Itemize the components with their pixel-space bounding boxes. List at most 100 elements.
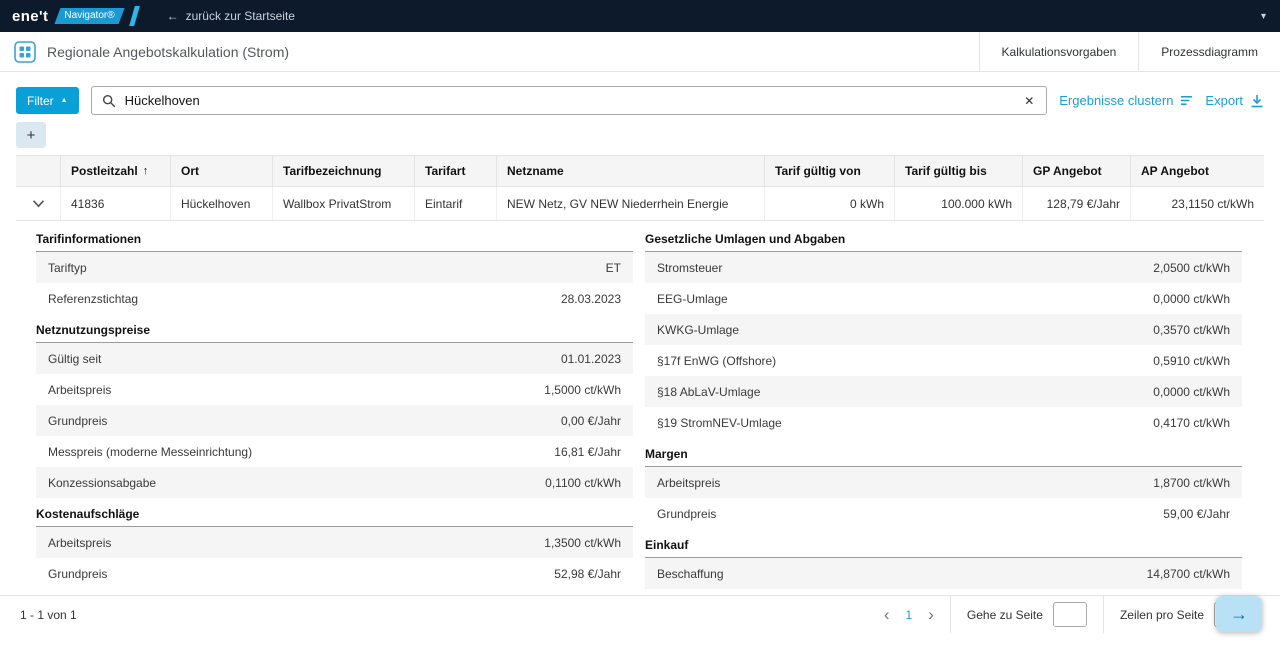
header-tarif-gueltig-bis[interactable]: Tarif gültig bis <box>894 156 1022 186</box>
cell-netzname: NEW Netz, GV NEW Niederrhein Energie <box>496 187 764 220</box>
detail-label: KWKG-Umlage <box>657 323 739 337</box>
detail-section-title: Einkauf <box>645 529 1242 558</box>
header-netzname[interactable]: Netzname <box>496 156 764 186</box>
header-postleitzahl-label: Postleitzahl <box>71 164 138 178</box>
link-kalkulationsvorgaben[interactable]: Kalkulationsvorgaben <box>979 32 1139 71</box>
header-tarifart[interactable]: Tarifart <box>414 156 496 186</box>
detail-row: EEG-Umlage 0,0000 ct/kWh <box>645 283 1242 314</box>
detail-row: Arbeitspreis 1,5000 ct/kWh <box>36 374 633 405</box>
detail-column-left: Tarifinformationen Tariftyp ET Referenzstic… <box>36 223 633 589</box>
detail-row: §17f EnWG (Offshore) 0,5910 ct/kWh <box>645 345 1242 376</box>
previous-page-icon[interactable]: ‹ <box>884 606 890 623</box>
detail-row: Grundpreis 52,98 €/Jahr <box>36 558 633 589</box>
header-tarifbezeichnung[interactable]: Tarifbezeichnung <box>272 156 414 186</box>
cell-postleitzahl: 41836 <box>60 187 170 220</box>
export-label: Export <box>1205 93 1243 108</box>
goto-page-input[interactable] <box>1053 602 1087 627</box>
toolbar: Filter ▲ ✕ Ergebnisse clustern Export <box>16 86 1264 115</box>
detail-value: 1,8700 ct/kWh <box>1153 476 1230 490</box>
detail-section-title: Margen <box>645 438 1242 467</box>
detail-section-title: Tarifinformationen <box>36 223 633 252</box>
rows-per-page-label: Zeilen pro Seite <box>1120 608 1204 622</box>
header-gp-angebot[interactable]: GP Angebot <box>1022 156 1130 186</box>
sort-ascending-icon: ↑ <box>143 165 149 177</box>
search-input[interactable] <box>125 93 1014 108</box>
result-count-label: 1 - 1 von 1 <box>20 608 77 622</box>
table-header-row: Postleitzahl ↑ Ort Tarifbezeichnung Tari… <box>16 155 1264 187</box>
row-detail-panel: Tarifinformationen Tariftyp ET Referenzstic… <box>0 221 1280 589</box>
results-table: Postleitzahl ↑ Ort Tarifbezeichnung Tari… <box>16 155 1264 221</box>
back-arrow-icon: ← <box>167 9 179 23</box>
table-footer: 1 - 1 von 1 ‹ 1 › Gehe zu Seite Zeilen p… <box>0 595 1280 633</box>
detail-value: 52,98 €/Jahr <box>554 567 621 581</box>
detail-label: §19 StromNEV-Umlage <box>657 416 782 430</box>
export-link[interactable]: Export <box>1205 93 1264 108</box>
detail-value: 0,4170 ct/kWh <box>1153 416 1230 430</box>
detail-row: Stromsteuer 2,0500 ct/kWh <box>645 252 1242 283</box>
detail-value: ET <box>606 261 621 275</box>
link-prozessdiagramm[interactable]: Prozessdiagramm <box>1138 32 1280 71</box>
back-to-home-link[interactable]: ← zurück zur Startseite <box>167 9 295 23</box>
footer-divider <box>1103 596 1104 633</box>
detail-value: 1,3500 ct/kWh <box>544 536 621 550</box>
collapse-row-chevron-icon[interactable] <box>32 199 45 208</box>
page-header-links: Kalkulationsvorgaben Prozessdiagramm <box>979 32 1280 71</box>
detail-column-right: Gesetzliche Umlagen und AbgabenStromsteu… <box>645 223 1242 589</box>
app-logo[interactable]: ene't Navigator® <box>0 0 137 32</box>
row-expand-cell <box>16 187 60 220</box>
export-download-icon <box>1250 94 1264 108</box>
detail-section-title: Kostenaufschläge <box>36 498 633 527</box>
scroll-right-fab-button[interactable]: → <box>1216 596 1262 632</box>
detail-value: 01.01.2023 <box>561 352 621 366</box>
cluster-icon <box>1180 94 1193 107</box>
table-row[interactable]: 41836 Hückelhoven Wallbox PrivatStrom Ei… <box>16 187 1264 221</box>
detail-label: Arbeitspreis <box>48 383 111 397</box>
detail-label: Grundpreis <box>48 567 107 581</box>
detail-row: §19 StromNEV-Umlage 0,4170 ct/kWh <box>645 407 1242 438</box>
search-clear-icon[interactable]: ✕ <box>1022 94 1036 108</box>
detail-label: Beschaffung <box>657 567 724 581</box>
header-tarif-gueltig-von[interactable]: Tarif gültig von <box>764 156 894 186</box>
header-ap-angebot[interactable]: AP Angebot <box>1130 156 1264 186</box>
detail-label: EEG-Umlage <box>657 292 728 306</box>
filter-button-label: Filter <box>27 94 54 108</box>
cluster-results-link[interactable]: Ergebnisse clustern <box>1059 93 1193 108</box>
detail-label: Gültig seit <box>48 352 101 366</box>
detail-value: 28.03.2023 <box>561 292 621 306</box>
module-grid-icon <box>14 41 36 63</box>
detail-section-title: Netznutzungspreise <box>36 314 633 343</box>
header-expand-column <box>16 156 60 186</box>
footer-divider <box>950 596 951 633</box>
detail-row: KWKG-Umlage0,3570 ct/kWh <box>645 314 1242 345</box>
cluster-results-label: Ergebnisse clustern <box>1059 93 1173 108</box>
detail-value: 2,0500 ct/kWh <box>1153 261 1230 275</box>
detail-value: 0,0000 ct/kWh <box>1153 385 1230 399</box>
add-filter-button[interactable]: + <box>16 122 46 148</box>
filter-caret-up-icon: ▲ <box>61 97 68 104</box>
header-postleitzahl[interactable]: Postleitzahl ↑ <box>60 156 170 186</box>
page-title: Regionale Angebotskalkulation (Strom) <box>47 44 289 60</box>
detail-label: Arbeitspreis <box>657 476 720 490</box>
cell-tarif-gueltig-bis: 100.000 kWh <box>894 187 1022 220</box>
detail-label: §18 AbLaV-Umlage <box>657 385 760 399</box>
filter-button[interactable]: Filter ▲ <box>16 87 79 114</box>
detail-value: 0,5910 ct/kWh <box>1153 354 1230 368</box>
cell-ap-angebot: 23,1150 ct/kWh <box>1130 187 1264 220</box>
header-ort[interactable]: Ort <box>170 156 272 186</box>
detail-label: Tariftyp <box>48 261 87 275</box>
detail-row: Beschaffung14,8700 ct/kWh <box>645 558 1242 589</box>
search-icon <box>102 94 116 108</box>
detail-row: Konzessionsabgabe0,1100 ct/kWh <box>36 467 633 498</box>
pagination: ‹ 1 › <box>884 606 934 623</box>
detail-row: Tariftyp ET <box>36 252 633 283</box>
detail-value: 1,5000 ct/kWh <box>544 383 621 397</box>
detail-label: §17f EnWG (Offshore) <box>657 354 776 368</box>
topbar-menu-caret-icon[interactable]: ▾ <box>1261 11 1266 22</box>
current-page-number[interactable]: 1 <box>906 608 913 622</box>
detail-label: Stromsteuer <box>657 261 722 275</box>
detail-value: 0,00 €/Jahr <box>561 414 621 428</box>
next-page-icon[interactable]: › <box>928 606 934 623</box>
detail-value: 0,0000 ct/kWh <box>1153 292 1230 306</box>
detail-row: Referenzstichtag 28.03.2023 <box>36 283 633 314</box>
detail-label: Referenzstichtag <box>48 292 138 306</box>
